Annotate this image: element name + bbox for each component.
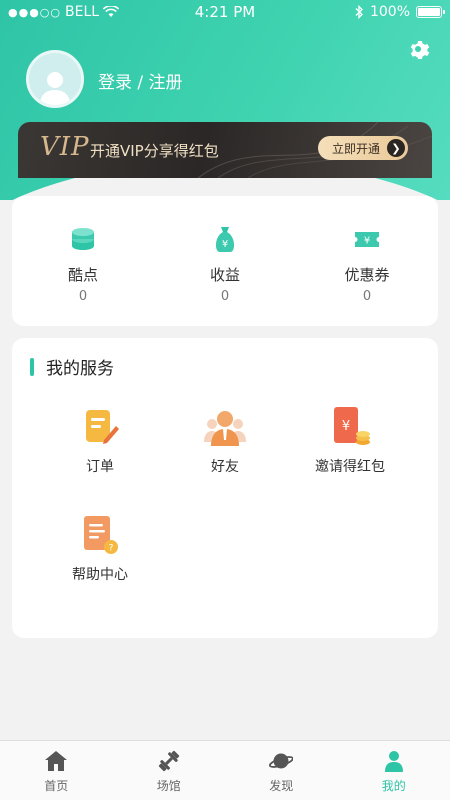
login-register-link[interactable]: 登录 / 注册 <box>98 68 183 93</box>
service-friends[interactable]: 好友 <box>165 404 285 476</box>
vip-open-button[interactable]: 立即开通 ❯ <box>318 136 408 160</box>
profile-icon <box>384 751 403 772</box>
tab-discover[interactable]: 发现 <box>225 741 338 800</box>
service-orders[interactable]: 订单 <box>40 404 160 476</box>
title-accent-bar <box>30 357 34 376</box>
stat-value: 0 <box>362 289 372 304</box>
stat-label: 收益 <box>209 266 240 284</box>
tab-label: 场馆 <box>156 779 181 793</box>
settings-gear-icon[interactable] <box>408 38 432 62</box>
stat-label: 酷点 <box>67 266 98 284</box>
svg-text:?: ? <box>109 544 114 554</box>
stat-value: 0 <box>78 289 88 304</box>
battery-icon <box>416 6 445 18</box>
stat-value: 0 <box>220 289 230 304</box>
help-center-icon: ? <box>84 516 118 554</box>
service-label: 邀请得红包 <box>315 459 385 475</box>
home-icon <box>45 751 68 771</box>
friends-icon <box>204 411 246 446</box>
avatar[interactable] <box>26 50 84 108</box>
user-silhouette-icon <box>40 72 70 105</box>
tab-venues[interactable]: 场馆 <box>113 741 226 800</box>
signal-icon: ●●●○○ <box>8 5 61 19</box>
service-invite-red-envelope[interactable]: ¥ 邀请得红包 <box>290 404 410 476</box>
tab-label: 我的 <box>381 779 406 793</box>
svg-text:¥: ¥ <box>342 419 350 434</box>
service-label: 帮助中心 <box>72 567 128 583</box>
carrier-label: BELL <box>65 4 100 20</box>
stat-coupons[interactable]: ¥ 优惠券 0 <box>296 196 438 326</box>
stat-earnings[interactable]: ¥ 收益 0 <box>154 196 296 326</box>
status-time: 4:21 PM <box>194 3 256 21</box>
services-title: 我的服务 <box>46 359 114 379</box>
coupon-icon: ¥ <box>355 232 379 247</box>
svg-text:¥: ¥ <box>222 239 228 250</box>
vip-banner[interactable]: VIP 开通VIP分享得红包 立即开通 ❯ <box>18 122 432 178</box>
tab-profile[interactable]: 我的 <box>338 741 450 800</box>
services-header: 我的服务 <box>30 354 114 379</box>
stats-card: 酷点 0 ¥ 收益 0 ¥ 优惠券 0 <box>12 196 438 326</box>
service-label: 好友 <box>211 459 239 475</box>
chevron-right-icon: ❯ <box>387 139 405 157</box>
red-envelope-icon: ¥ <box>334 407 370 445</box>
service-help-center[interactable]: ? 帮助中心 <box>40 512 160 584</box>
coins-stack-icon <box>72 228 94 250</box>
money-bag-icon: ¥ <box>215 227 235 252</box>
dumbbell-icon <box>158 750 179 772</box>
svg-text:¥: ¥ <box>364 236 370 247</box>
tab-home[interactable]: 首页 <box>0 741 113 800</box>
status-bar: ●●●○○ BELL 4:21 PM 100% <box>0 0 450 24</box>
battery-percentage: 100% <box>369 4 410 20</box>
order-icon <box>86 410 119 444</box>
tab-label: 发现 <box>269 779 294 793</box>
planet-icon <box>269 753 294 769</box>
bottom-tab-bar: 首页 场馆 发现 我的 <box>0 740 450 800</box>
tab-label: 首页 <box>44 779 69 793</box>
bluetooth-icon <box>355 5 363 19</box>
stat-label: 优惠券 <box>344 266 390 284</box>
vip-open-button-label: 立即开通 <box>332 141 381 156</box>
wifi-icon <box>103 6 120 17</box>
services-card: 我的服务 订单 好友 ¥ 邀请得红包 ? 帮助中心 <box>12 338 438 638</box>
vip-promo-text: 开通VIP分享得红包 <box>90 142 219 160</box>
service-label: 订单 <box>86 459 114 475</box>
vip-logo: VIP <box>40 132 90 162</box>
stat-kudian[interactable]: 酷点 0 <box>12 196 154 326</box>
